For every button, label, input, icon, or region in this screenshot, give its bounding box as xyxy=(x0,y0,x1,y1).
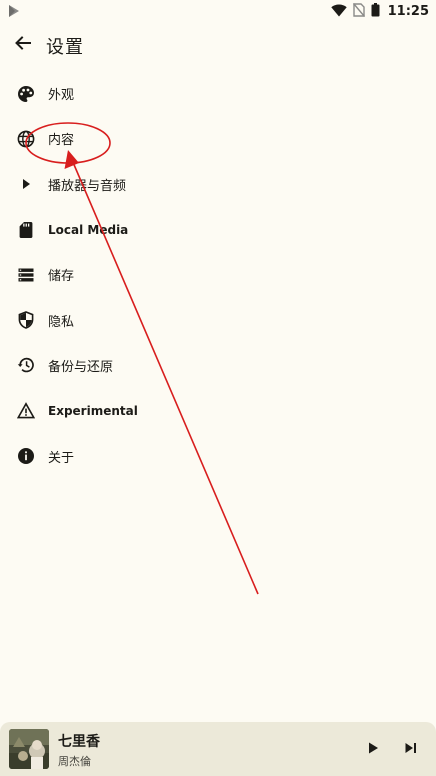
globe-icon xyxy=(16,129,36,149)
settings-item-label: 隐私 xyxy=(48,314,75,330)
settings-item-label: Experimental xyxy=(48,403,138,418)
page-title: 设置 xyxy=(46,37,84,58)
storage-icon xyxy=(16,265,36,285)
play-store-icon xyxy=(7,3,21,17)
settings-item-label: 关于 xyxy=(48,450,75,466)
play-arrow-icon xyxy=(16,174,36,194)
status-icons: 11:25 xyxy=(330,2,429,21)
app-bar: 设置 xyxy=(0,24,436,66)
battery-icon xyxy=(371,2,380,21)
palette-icon xyxy=(16,84,36,104)
info-icon xyxy=(16,446,36,466)
settings-item-backup-restore[interactable]: 备份与还原 xyxy=(0,343,436,388)
settings-item-label: Local Media xyxy=(48,222,129,237)
warning-icon xyxy=(16,401,36,421)
track-title: 七里香 xyxy=(58,734,100,750)
settings-screen: 11:25 设置 外观 内容 播放器与音频 Local Media 储存 隐私 … xyxy=(0,0,436,776)
mini-player[interactable]: 七里香 周杰倫 xyxy=(0,722,436,776)
settings-item-appearance[interactable]: 外观 xyxy=(0,71,436,116)
no-sim-icon xyxy=(352,2,365,21)
settings-list: 外观 内容 播放器与音频 Local Media 储存 隐私 备份与还原 Exp… xyxy=(0,71,436,479)
settings-item-experimental[interactable]: Experimental xyxy=(0,388,436,433)
restore-icon xyxy=(16,355,36,375)
status-time: 11:25 xyxy=(387,3,429,19)
settings-item-privacy[interactable]: 隐私 xyxy=(0,297,436,342)
settings-item-about[interactable]: 关于 xyxy=(0,433,436,478)
play-button[interactable] xyxy=(362,739,384,761)
settings-item-label: 播放器与音频 xyxy=(48,178,127,194)
album-art xyxy=(9,729,49,769)
skip-next-icon xyxy=(403,740,419,760)
settings-item-label: 外观 xyxy=(48,88,75,104)
settings-item-label: 内容 xyxy=(48,133,75,149)
wifi-icon xyxy=(330,2,347,21)
back-button[interactable] xyxy=(10,32,36,58)
settings-item-content[interactable]: 内容 xyxy=(0,116,436,161)
status-bar: 11:25 xyxy=(0,0,436,22)
sd-card-icon xyxy=(16,220,36,240)
settings-item-storage[interactable]: 储存 xyxy=(0,252,436,297)
settings-item-player-audio[interactable]: 播放器与音频 xyxy=(0,162,436,207)
settings-item-label: 备份与还原 xyxy=(48,359,114,375)
settings-item-label: 储存 xyxy=(48,269,75,285)
play-icon xyxy=(365,740,381,760)
settings-item-local-media[interactable]: Local Media xyxy=(0,207,436,252)
arrow-back-icon xyxy=(14,34,32,56)
track-artist: 周杰倫 xyxy=(58,755,91,768)
skip-next-button[interactable] xyxy=(400,739,422,761)
shield-icon xyxy=(16,310,36,330)
